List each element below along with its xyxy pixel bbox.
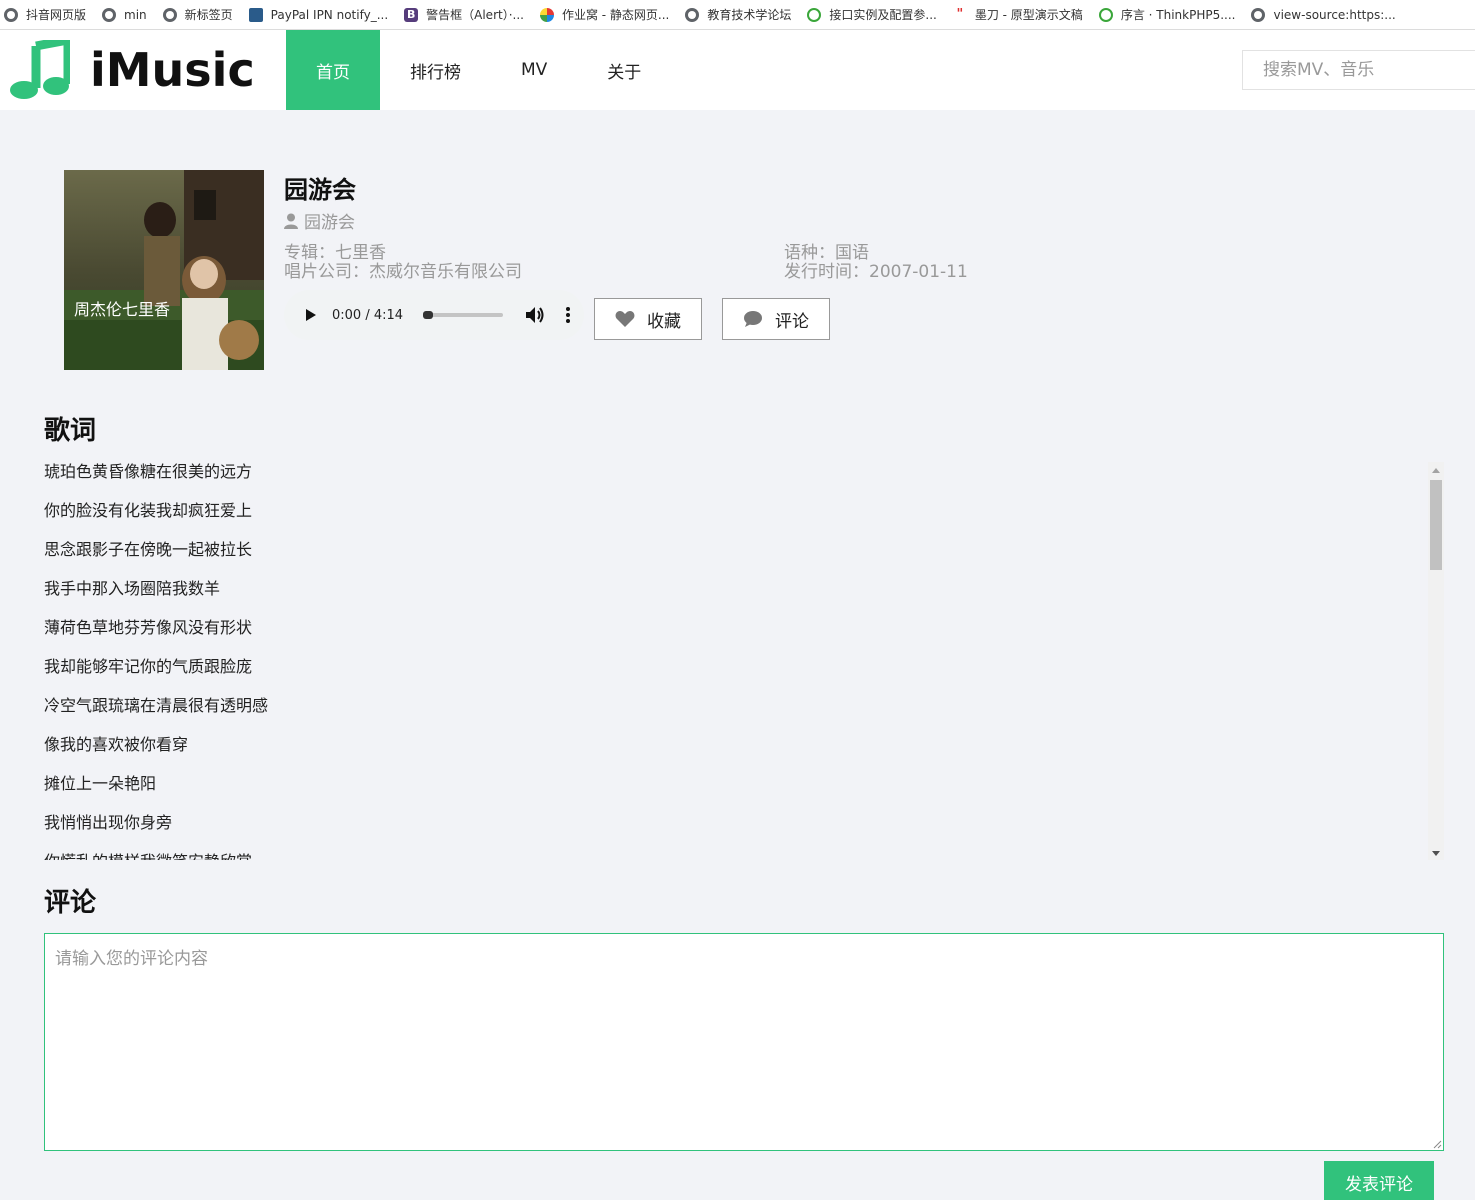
user-icon [284, 213, 298, 229]
release-info: 发行时间：2007-01-11 [784, 257, 968, 282]
lyrics-list[interactable]: 琥珀色黄昏像糖在很美的远方 你的脸没有化装我却疯狂爱上 思念跟影子在傍晚一起被拉长我… [44, 460, 1444, 860]
lyric-line: 薄荷色草地芬芳像风没有形状 [44, 618, 253, 637]
lyrics-title: 歌词 [44, 416, 97, 446]
bookmark-label: PayPal IPN notify_... [270, 7, 389, 22]
company-label: 唱片公司： [284, 262, 369, 282]
bookmark-item[interactable]: 作业窝 - 静态网页... [539, 0, 670, 29]
scroll-down-arrow-icon[interactable] [1432, 851, 1440, 856]
modao-icon: " [956, 6, 964, 22]
time-display: 0:00 / 4:14 [332, 307, 404, 323]
progress-thumb[interactable] [423, 311, 434, 319]
volume-icon[interactable] [525, 306, 545, 324]
lyric-line: 你慌乱的模样我微笑安静欣赏 [44, 850, 1444, 860]
comment-button[interactable]: 评论 [722, 298, 830, 340]
company-value: 杰威尔音乐有限公司 [369, 262, 522, 282]
lyric-line: 思念跟影子在傍晚一起被拉长 [44, 540, 253, 559]
lyrics-scrollbar[interactable] [1428, 462, 1444, 860]
bookmark-label: 序言 · ThinkPHP5.... [1120, 8, 1236, 22]
collect-button[interactable]: 收藏 [594, 298, 702, 340]
bootstrap-icon: B [404, 7, 419, 22]
lyric-line: 琥珀色黄昏像糖在很美的远方 [44, 462, 253, 481]
comments-title: 评论 [44, 888, 97, 918]
green-logo-icon [1098, 7, 1113, 22]
scroll-up-arrow-icon[interactable] [1432, 468, 1440, 473]
avatar-icon [248, 7, 263, 22]
bookmark-item[interactable]: 序言 · ThinkPHP5.... [1098, 0, 1236, 29]
nav-item-home[interactable]: 首页 [286, 30, 380, 110]
lyric-line: 我手中那入场圈陪我数羊 [44, 579, 221, 598]
bookmark-item[interactable]: 接口实例及配置参... [807, 0, 937, 29]
globe-icon [685, 7, 700, 22]
audio-player: 0:00 / 4:14 [284, 290, 584, 340]
bookmark-label: 警告框（Alert）·... [426, 8, 524, 22]
comment-bubble-icon [744, 311, 762, 327]
nav-item-about[interactable]: 关于 [577, 30, 671, 110]
bookmarks-bar: 抖音网页版 min 新标签页 PayPal IPN notify_... B 警告框（Al… [0, 0, 1475, 30]
company-info: 唱片公司：杰威尔音乐有限公司 [284, 257, 522, 282]
green-logo-icon [807, 7, 822, 22]
bookmark-label: 接口实例及配置参... [829, 8, 937, 22]
more-options-icon[interactable] [565, 306, 571, 324]
globe-icon [102, 7, 117, 22]
svg-text:周杰伦七里香: 周杰伦七里香 [74, 300, 170, 319]
play-icon[interactable] [302, 307, 318, 323]
resize-grip-icon[interactable] [1432, 1139, 1442, 1149]
lyric-line: 像我的喜欢被你看穿 [44, 735, 189, 754]
singer[interactable]: 园游会 [284, 208, 355, 233]
colorful-logo-icon [539, 7, 554, 22]
lyric-line: 你的脸没有化装我却疯狂爱上 [44, 501, 253, 520]
bookmark-item[interactable]: PayPal IPN notify_... [248, 0, 389, 29]
search-input[interactable] [1242, 50, 1475, 90]
logo-text: iMusic [90, 43, 255, 97]
scrollbar-thumb[interactable] [1430, 480, 1442, 570]
logo[interactable]: iMusic [8, 40, 255, 100]
bookmark-item[interactable]: 抖音网页版 [4, 0, 87, 29]
submit-comment-button[interactable]: 发表评论 [1324, 1161, 1434, 1200]
bookmark-item[interactable]: 新标签页 [162, 0, 233, 29]
bookmark-label: 抖音网页版 [26, 8, 87, 22]
bookmark-label: view-source:https:... [1273, 7, 1396, 22]
main-nav: 首页 排行榜 MV 关于 [286, 30, 671, 110]
globe-icon [1251, 7, 1266, 22]
bookmark-label: 教育技术学论坛 [707, 8, 792, 22]
lyric-line: 摊位上一朵艳阳 [44, 774, 157, 793]
globe-icon [4, 7, 18, 22]
nav-item-mv[interactable]: MV [491, 30, 577, 110]
bookmark-label: 作业窝 - 静态网页... [561, 8, 670, 22]
heart-icon [615, 311, 635, 327]
comment-label: 评论 [775, 311, 809, 332]
music-note-icon [10, 40, 70, 99]
lyric-line: 我悄悄出现你身旁 [44, 813, 173, 832]
bookmark-label: min [124, 7, 147, 22]
bookmark-item[interactable]: " 墨刀 - 原型演示文稿 [953, 0, 1083, 29]
progress-slider[interactable] [423, 311, 504, 319]
globe-icon [162, 7, 177, 22]
bookmark-item[interactable]: view-source:https:... [1251, 0, 1396, 29]
release-value: 2007-01-11 [869, 262, 968, 282]
bookmark-item[interactable]: B 警告框（Alert）·... [404, 0, 524, 29]
song-title: 园游会 [284, 176, 356, 204]
album-cover: 周杰伦七里香 [64, 170, 264, 370]
bookmark-label: 新标签页 [184, 8, 233, 22]
site-header: iMusic 首页 排行榜 MV 关于 [0, 30, 1475, 110]
collect-label: 收藏 [647, 311, 681, 332]
bookmark-item[interactable]: 教育技术学论坛 [685, 0, 792, 29]
comment-textarea[interactable] [44, 933, 1444, 1151]
nav-item-charts[interactable]: 排行榜 [380, 30, 491, 110]
lyric-line: 我却能够牢记你的气质跟脸庞 [44, 657, 253, 676]
release-label: 发行时间： [784, 262, 869, 282]
bookmark-item[interactable]: min [102, 0, 147, 29]
singer-name: 园游会 [304, 213, 355, 233]
bookmark-label: 墨刀 - 原型演示文稿 [974, 8, 1083, 22]
lyric-line: 冷空气跟琉璃在清晨很有透明感 [44, 696, 269, 715]
